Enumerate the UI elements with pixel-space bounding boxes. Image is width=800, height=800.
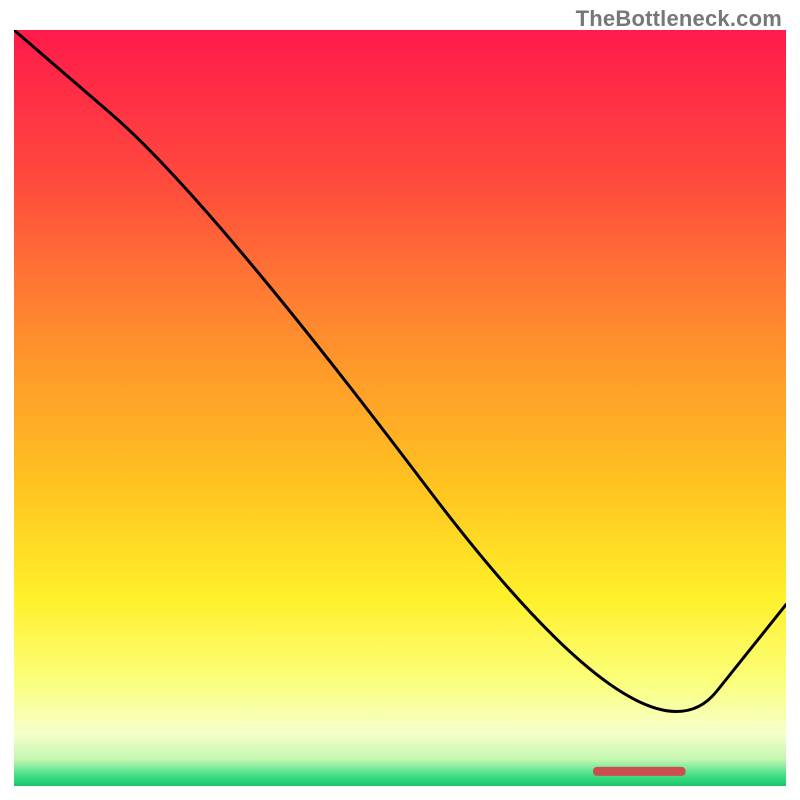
chart-background — [14, 30, 786, 786]
chart-svg — [14, 30, 786, 786]
chart-container: TheBottleneck.com — [0, 0, 800, 800]
chart-plot — [14, 30, 786, 786]
watermark-text: TheBottleneck.com — [576, 6, 782, 32]
red-marker — [593, 767, 686, 776]
